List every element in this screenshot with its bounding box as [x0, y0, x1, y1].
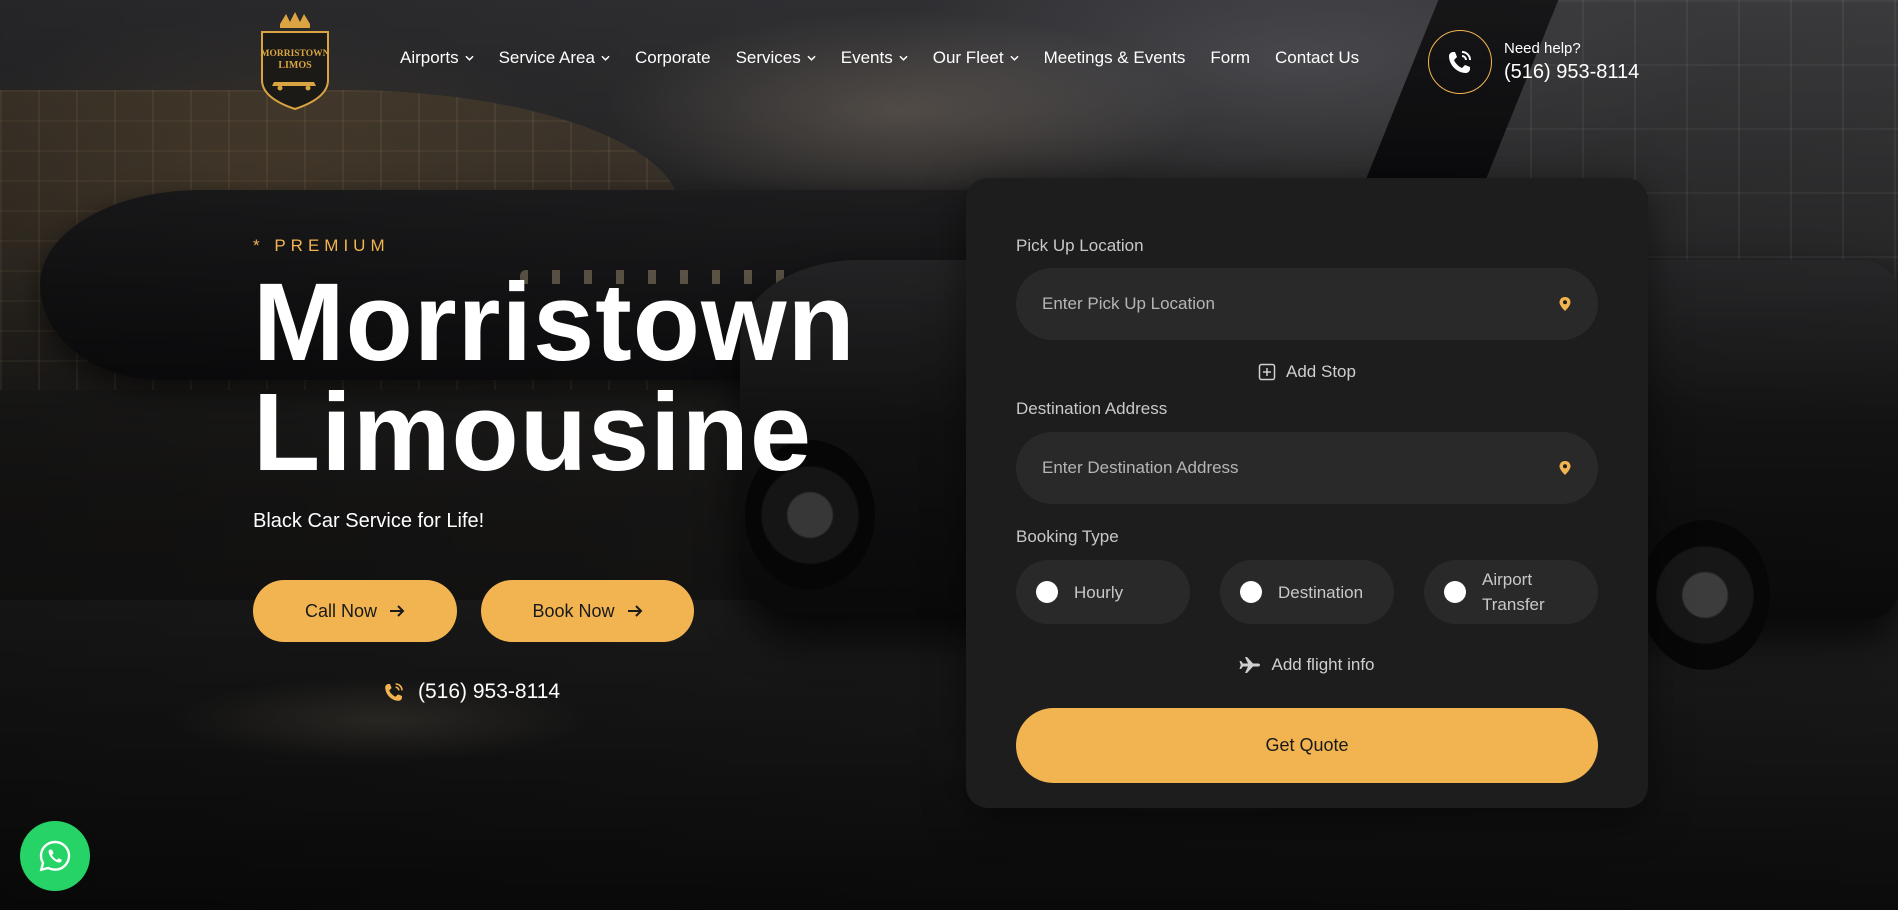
nav-item-service-area[interactable]: Service Area	[499, 48, 610, 68]
add-flight-info-label: Add flight info	[1271, 655, 1375, 674]
booking-type-label-airport-transfer: Airport Transfer	[1482, 567, 1545, 617]
destination-input[interactable]	[1042, 458, 1558, 478]
arrow-right-icon	[627, 605, 642, 617]
booking-type-label-hourly: Hourly	[1074, 582, 1124, 602]
hero-title-line-1: Morristown	[253, 261, 856, 384]
crown-shield-logo: MORRISTOWN LIMOS	[261, 12, 330, 111]
chevron-down-icon	[1010, 55, 1019, 61]
pickup-field[interactable]	[1016, 268, 1598, 340]
map-pin-icon	[1559, 461, 1571, 475]
booking-type-hourly[interactable]: Hourly	[1016, 560, 1190, 624]
nav-item-label: Services	[735, 48, 801, 67]
book-now-button[interactable]: Book Now	[481, 580, 694, 642]
add-stop-label: Add Stop	[1286, 362, 1356, 381]
radio-button[interactable]	[1036, 581, 1058, 603]
booking-type-destination[interactable]: Destination	[1220, 560, 1394, 624]
nav-item-label: Events	[840, 48, 893, 67]
nav-item-label: Corporate	[634, 48, 711, 67]
destination-label: Destination Address	[1016, 399, 1168, 418]
nav-item-airports[interactable]: Airports	[400, 48, 474, 68]
hero-phone-number: (516) 953-8114	[418, 680, 561, 703]
chevron-down-icon	[899, 55, 908, 61]
booking-type-label-line-1: Airport	[1482, 570, 1533, 589]
nav-item-events[interactable]: Events	[841, 48, 908, 68]
hero-phone-link[interactable]: (516) 953-8114	[382, 680, 560, 704]
radio-button[interactable]	[1240, 581, 1262, 603]
hero-subtitle: Black Car Service for Life!	[253, 510, 485, 532]
hero-content: * PREMIUM Morristown Limousine Black Car…	[253, 236, 856, 533]
arrow-right-icon	[390, 605, 405, 617]
radio-button[interactable]	[1444, 581, 1466, 603]
nav-item-contact-us[interactable]: Contact Us	[1275, 48, 1359, 68]
nav-item-label: Meetings & Events	[1043, 48, 1186, 67]
phone-ring-icon	[1449, 51, 1471, 73]
add-flight-info-link[interactable]: Add flight info	[966, 655, 1648, 675]
map-pin-icon	[1559, 297, 1571, 311]
nav-item-label: Form	[1210, 48, 1251, 67]
plus-square-icon	[1258, 363, 1276, 381]
chevron-down-icon	[807, 55, 816, 61]
chevron-down-icon	[601, 55, 610, 61]
help-text: Need help? (516) 953-8114	[1504, 40, 1639, 84]
hero-eyebrow: * PREMIUM	[253, 236, 390, 255]
whatsapp-button[interactable]	[20, 821, 90, 891]
nav-item-label: Contact Us	[1275, 48, 1360, 67]
booking-form: Pick Up Location Add Stop Destination Ad…	[966, 178, 1648, 808]
site-header: MORRISTOWN LIMOS Airports Service Area C…	[0, 0, 1898, 120]
help-phone-number[interactable]: (516) 953-8114	[1504, 61, 1639, 84]
get-quote-button[interactable]: Get Quote	[1016, 708, 1598, 783]
pickup-input[interactable]	[1042, 294, 1558, 314]
help-contact[interactable]: Need help? (516) 953-8114	[1428, 30, 1639, 94]
call-now-label: Call Now	[304, 600, 378, 621]
nav-item-label: Our Fleet	[932, 48, 1004, 67]
add-stop-link[interactable]: Add Stop	[966, 362, 1648, 382]
phone-ring-icon	[385, 683, 403, 701]
nav-item-our-fleet[interactable]: Our Fleet	[933, 48, 1019, 68]
hero-cta-row: Call Now Book Now	[253, 580, 694, 642]
hero-title-line-2: Limousine	[253, 371, 813, 494]
help-phone-circle[interactable]	[1428, 30, 1492, 94]
airplane-icon	[1239, 657, 1261, 673]
svg-text:MORRISTOWN: MORRISTOWN	[261, 49, 330, 59]
chevron-down-icon	[464, 55, 474, 61]
booking-type-group: Hourly Destination Airport Transfer	[1016, 560, 1598, 624]
booking-type-label: Booking Type	[1016, 527, 1119, 546]
site-logo[interactable]: MORRISTOWN LIMOS	[256, 10, 334, 111]
nav-item-corporate[interactable]: Corporate	[635, 48, 711, 68]
help-label: Need help?	[1504, 40, 1581, 57]
nav-item-label: Airports	[400, 48, 459, 67]
pickup-label: Pick Up Location	[1016, 236, 1144, 255]
destination-field[interactable]	[1016, 432, 1598, 504]
book-now-label: Book Now	[532, 600, 615, 621]
svg-text:LIMOS: LIMOS	[278, 60, 312, 71]
nav-item-label: Service Area	[498, 48, 595, 67]
nav-item-services[interactable]: Services	[736, 48, 816, 68]
nav-item-meetings-events[interactable]: Meetings & Events	[1044, 48, 1186, 68]
main-nav: Airports Service Area Corporate Services…	[400, 48, 1384, 68]
booking-type-label-destination: Destination	[1278, 582, 1364, 602]
hero-title: Morristown Limousine	[253, 268, 856, 488]
whatsapp-icon	[39, 840, 71, 872]
nav-item-form[interactable]: Form	[1210, 48, 1250, 68]
call-now-button[interactable]: Call Now	[253, 580, 457, 642]
booking-type-airport-transfer[interactable]: Airport Transfer	[1424, 560, 1598, 624]
booking-type-label-line-2: Transfer	[1482, 595, 1545, 614]
